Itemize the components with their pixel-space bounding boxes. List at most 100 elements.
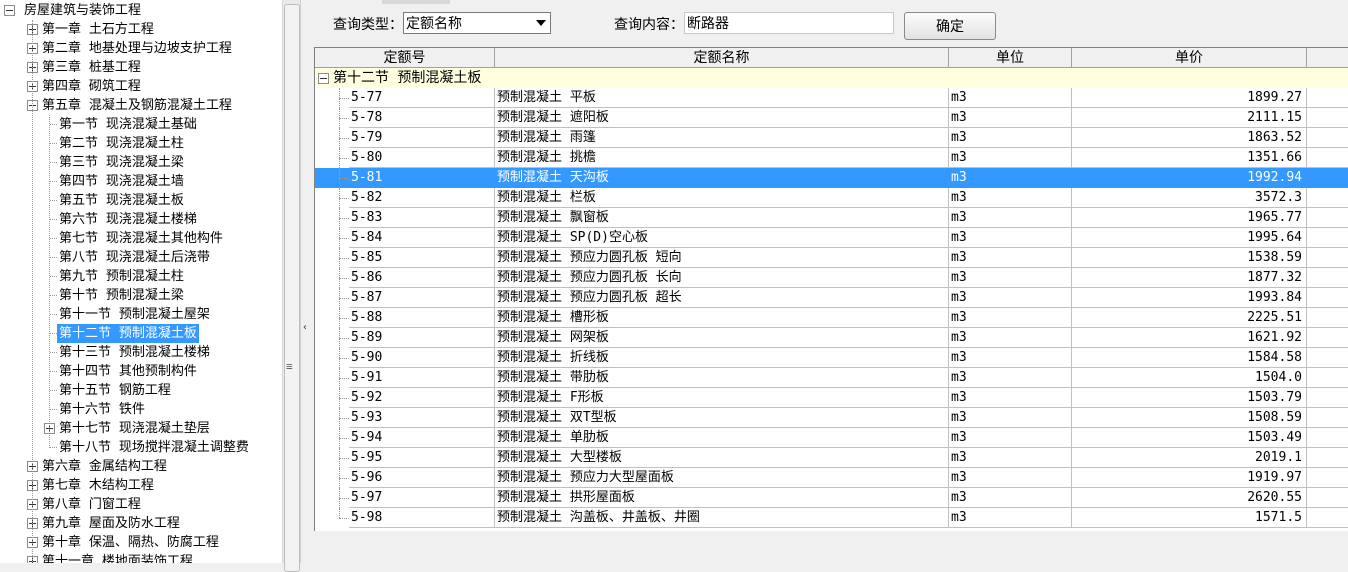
tree-section[interactable]: 第七节 现浇混凝土其他构件 [0,229,282,248]
cell-code[interactable]: 5-90 [349,348,495,368]
cell-code[interactable]: 5-98 [349,508,495,528]
cell-code[interactable]: 5-89 [349,328,495,348]
group-row[interactable]: 第十二节 预制混凝土板 [315,68,1348,88]
query-content-input[interactable]: 断路器 [684,12,894,34]
table-row[interactable]: 5-93 预制混凝土 双T型板 m3 1508.59 [315,408,1348,428]
tree-scrollbar[interactable]: ≡ [282,0,301,572]
cell-name[interactable]: 预制混凝土 折线板 [495,348,949,368]
cell-unit[interactable]: m3 [949,328,1072,348]
confirm-button[interactable]: 确定 [904,12,996,40]
cell-unit[interactable]: m3 [949,468,1072,488]
tree-chapter[interactable]: 第六章 金属结构工程 [0,457,282,476]
table-row[interactable]: 5-87 预制混凝土 预应力圆孔板 超长 m3 1993.84 [315,288,1348,308]
cell-unit[interactable]: m3 [949,248,1072,268]
collapse-left-icon[interactable]: ‹ [302,322,308,333]
cell-name[interactable]: 预制混凝土 预应力圆孔板 短向 [495,248,949,268]
cell-price[interactable]: 1504.0 [1072,368,1307,388]
table-row[interactable]: 5-95 预制混凝土 大型楼板 m3 2019.1 [315,448,1348,468]
cell-price[interactable]: 2225.51 [1072,308,1307,328]
cell-name[interactable]: 预制混凝土 挑檐 [495,148,949,168]
tree-section[interactable]: 第八节 现浇混凝土后浇带 [0,248,282,267]
table-row[interactable]: 5-90 预制混凝土 折线板 m3 1584.58 [315,348,1348,368]
cell-name[interactable]: 预制混凝土 平板 [495,88,949,108]
tree-section[interactable]: 第十五节 钢筋工程 [0,381,282,400]
quota-tree[interactable]: 房屋建筑与装饰工程 第一章 土石方工程 第二章 地基处理与边坡支护工程 第三章 桩基工… [0,0,282,563]
cell-price[interactable]: 1993.84 [1072,288,1307,308]
tree-section[interactable]: 第一节 现浇混凝土基础 [0,115,282,134]
tree-section[interactable]: 第十七节 现浇混凝土垫层 [0,419,282,438]
cell-unit[interactable]: m3 [949,188,1072,208]
column-header[interactable]: 定额号 [315,48,495,68]
cell-unit[interactable]: m3 [949,488,1072,508]
panel-splitter[interactable]: ‹ [300,0,311,563]
cell-code[interactable]: 5-85 [349,248,495,268]
tree-chapter[interactable]: 第八章 门窗工程 [0,495,282,514]
table-row[interactable]: 5-78 预制混凝土 遮阳板 m3 2111.15 [315,108,1348,128]
cell-price[interactable]: 2620.55 [1072,488,1307,508]
cell-name[interactable]: 预制混凝土 雨篷 [495,128,949,148]
tree-section[interactable]: 第二节 现浇混凝土柱 [0,134,282,153]
table-row[interactable]: 5-92 预制混凝土 F形板 m3 1503.79 [315,388,1348,408]
cell-price[interactable]: 1538.59 [1072,248,1307,268]
cell-code[interactable]: 5-88 [349,308,495,328]
table-row[interactable]: 5-91 预制混凝土 带肋板 m3 1504.0 [315,368,1348,388]
table-row[interactable]: 5-82 预制混凝土 栏板 m3 3572.3 [315,188,1348,208]
table-row[interactable]: 5-77 预制混凝土 平板 m3 1899.27 [315,88,1348,108]
collapse-icon[interactable] [4,5,15,16]
tree-section[interactable]: 第十六节 铁件 [0,400,282,419]
cell-price[interactable]: 1571.5 [1072,508,1307,528]
table-row[interactable]: 5-84 预制混凝土 SP(D)空心板 m3 1995.64 [315,228,1348,248]
cell-name[interactable]: 预制混凝土 带肋板 [495,368,949,388]
cell-price[interactable]: 1965.77 [1072,208,1307,228]
cell-unit[interactable]: m3 [949,108,1072,128]
query-type-select[interactable]: 定额名称 [403,12,551,34]
cell-unit[interactable]: m3 [949,428,1072,448]
table-row[interactable]: 5-88 预制混凝土 槽形板 m3 2225.51 [315,308,1348,328]
tree-section[interactable]: 第十四节 其他预制构件 [0,362,282,381]
cell-name[interactable]: 预制混凝土 槽形板 [495,308,949,328]
cell-unit[interactable]: m3 [949,288,1072,308]
cell-code[interactable]: 5-96 [349,468,495,488]
cell-code[interactable]: 5-87 [349,288,495,308]
table-row[interactable]: 5-83 预制混凝土 飘窗板 m3 1965.77 [315,208,1348,228]
cell-unit[interactable]: m3 [949,228,1072,248]
cell-unit[interactable]: m3 [949,88,1072,108]
tree-scrollbar-thumb[interactable] [284,4,300,572]
cell-code[interactable]: 5-86 [349,268,495,288]
cell-price[interactable]: 1919.97 [1072,468,1307,488]
cell-unit[interactable]: m3 [949,168,1072,188]
table-row[interactable]: 5-80 预制混凝土 挑檐 m3 1351.66 [315,148,1348,168]
table-row[interactable]: 5-79 预制混凝土 雨篷 m3 1863.52 [315,128,1348,148]
cell-price[interactable]: 1992.94 [1072,168,1307,188]
cell-name[interactable]: 预制混凝土 拱形屋面板 [495,488,949,508]
dropdown-arrow-icon[interactable] [536,20,546,26]
cell-code[interactable]: 5-93 [349,408,495,428]
cell-code[interactable]: 5-77 [349,88,495,108]
table-row[interactable]: 5-86 预制混凝土 预应力圆孔板 长向 m3 1877.32 [315,268,1348,288]
cell-code[interactable]: 5-83 [349,208,495,228]
tree-chapter[interactable]: 第七章 木结构工程 [0,476,282,495]
cell-price[interactable]: 1995.64 [1072,228,1307,248]
collapse-icon[interactable] [318,73,329,84]
cell-name[interactable]: 预制混凝土 F形板 [495,388,949,408]
tree-section[interactable]: 第十二节 预制混凝土板 [0,324,282,343]
tree-chapter[interactable]: 第二章 地基处理与边坡支护工程 [0,39,282,58]
cell-price[interactable]: 2019.1 [1072,448,1307,468]
cell-name[interactable]: 预制混凝土 预应力圆孔板 长向 [495,268,949,288]
cell-code[interactable]: 5-94 [349,428,495,448]
table-row[interactable]: 5-94 预制混凝土 单肋板 m3 1503.49 [315,428,1348,448]
tree-chapter[interactable]: 第一章 土石方工程 [0,20,282,39]
cell-price[interactable]: 1877.32 [1072,268,1307,288]
tree-section[interactable]: 第十八节 现场搅拌混凝土调整费 [0,438,282,457]
cell-price[interactable]: 1584.58 [1072,348,1307,368]
cell-price[interactable]: 1621.92 [1072,328,1307,348]
cell-unit[interactable]: m3 [949,388,1072,408]
tree-root[interactable]: 房屋建筑与装饰工程 [0,1,282,20]
cell-name[interactable]: 预制混凝土 预应力大型屋面板 [495,468,949,488]
cell-name[interactable]: 预制混凝土 网架板 [495,328,949,348]
cell-unit[interactable]: m3 [949,408,1072,428]
cell-unit[interactable]: m3 [949,148,1072,168]
cell-name[interactable]: 预制混凝土 预应力圆孔板 超长 [495,288,949,308]
cell-price[interactable]: 1503.49 [1072,428,1307,448]
cell-name[interactable]: 预制混凝土 单肋板 [495,428,949,448]
